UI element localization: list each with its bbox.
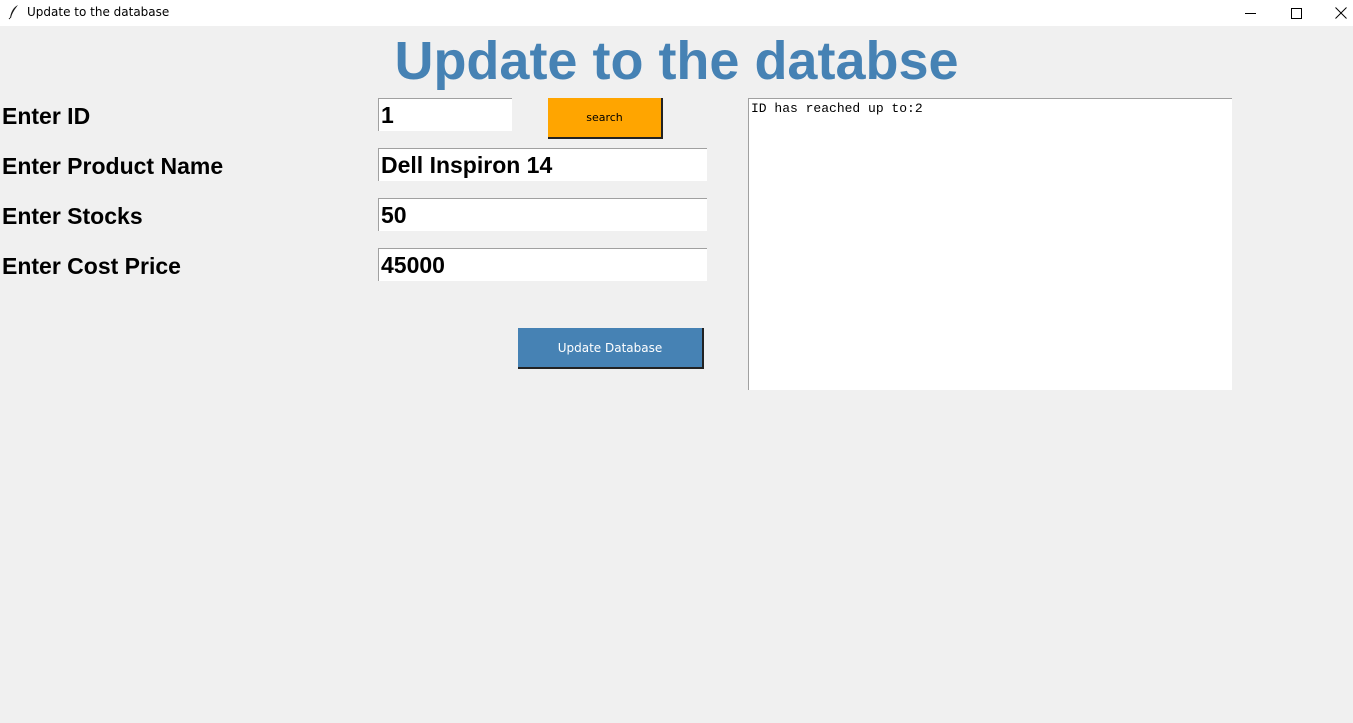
close-icon xyxy=(1335,7,1347,19)
cost-price-input[interactable] xyxy=(378,248,707,281)
page-title: Update to the databse xyxy=(394,31,959,91)
output-text-area[interactable]: ID has reached up to:2 xyxy=(748,98,1232,390)
close-button[interactable] xyxy=(1318,0,1353,26)
search-button[interactable]: search xyxy=(548,98,663,139)
product-name-label: Enter Product Name xyxy=(2,153,224,179)
id-input[interactable] xyxy=(378,98,512,131)
stocks-input[interactable] xyxy=(378,198,707,231)
feather-icon xyxy=(8,4,20,20)
id-label: Enter ID xyxy=(2,103,91,129)
maximize-button[interactable] xyxy=(1273,0,1319,26)
product-name-input[interactable] xyxy=(378,148,707,181)
minimize-button[interactable] xyxy=(1227,0,1273,26)
update-database-button[interactable]: Update Database xyxy=(518,328,704,369)
minimize-icon xyxy=(1244,8,1256,19)
cost-price-label: Enter Cost Price xyxy=(2,253,181,279)
maximize-icon xyxy=(1290,7,1302,19)
stocks-label: Enter Stocks xyxy=(2,203,143,229)
title-bar: Update to the database xyxy=(0,0,1353,26)
window-title: Update to the database xyxy=(27,5,170,19)
